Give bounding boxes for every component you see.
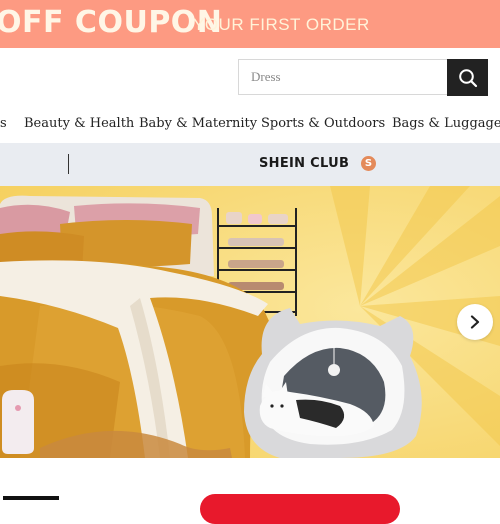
search-icon [458, 68, 477, 87]
category-item-partial[interactable]: s [0, 116, 7, 131]
cta-button-partial[interactable] [200, 494, 400, 524]
search-input[interactable] [239, 60, 447, 94]
category-item-sports-outdoors[interactable]: Sports & Outdoors [261, 116, 385, 131]
hero-banner[interactable] [0, 186, 500, 458]
divider [68, 154, 69, 174]
promo-banner[interactable]: OFF COUPON YOUR FIRST ORDER [0, 0, 500, 48]
category-item-baby-maternity[interactable]: Baby & Maternity [139, 116, 257, 131]
club-bar: SHEIN CLUB S [0, 143, 500, 186]
category-nav: s Beauty & Health Baby & Maternity Sport… [0, 113, 500, 135]
category-item-beauty-health[interactable]: Beauty & Health [24, 116, 134, 131]
hero-image [0, 186, 500, 458]
shein-club-link[interactable]: SHEIN CLUB [259, 156, 349, 171]
promo-coupon-text: OFF COUPON [0, 5, 223, 40]
category-item-bags-luggage[interactable]: Bags & Luggage [392, 116, 500, 131]
chevron-right-icon [470, 315, 480, 329]
carousel-next-button[interactable] [457, 304, 493, 340]
search-button[interactable] [447, 59, 488, 96]
search-box [238, 59, 447, 95]
club-badge-icon: S [361, 156, 376, 171]
section-heading-partial [3, 496, 59, 500]
promo-first-order-text: YOUR FIRST ORDER [193, 15, 370, 34]
